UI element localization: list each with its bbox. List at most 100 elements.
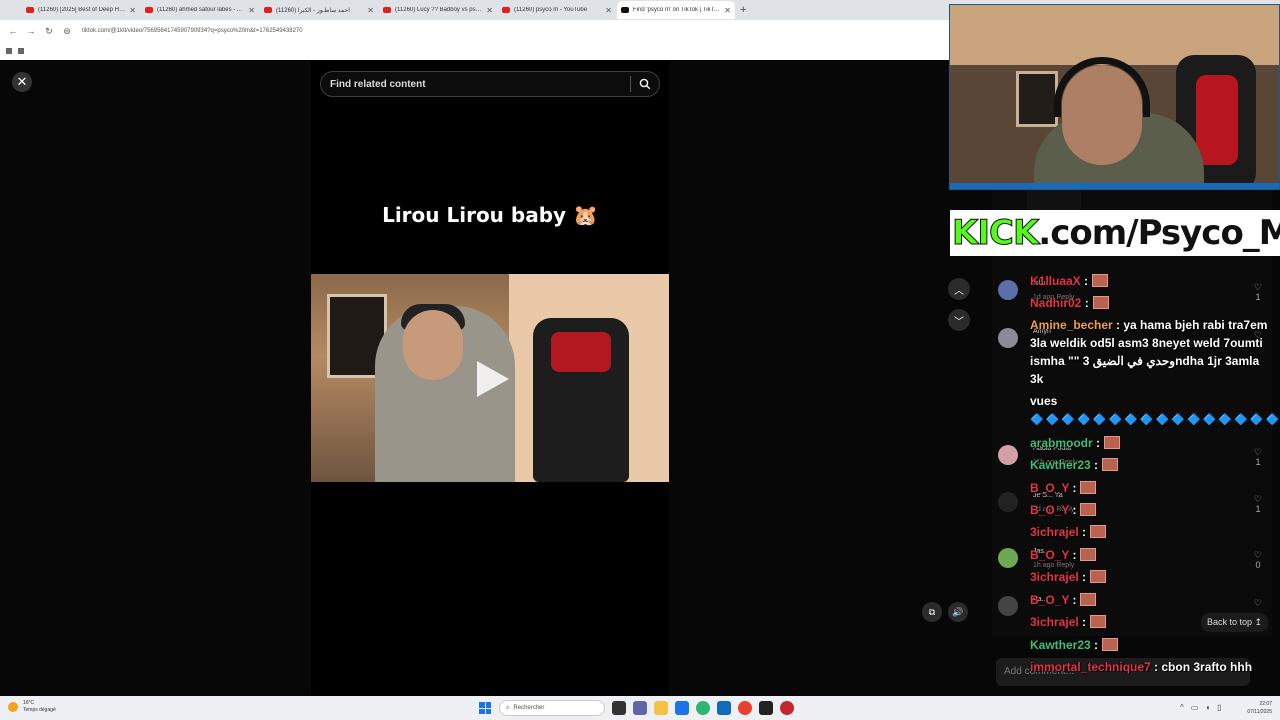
overlay-strip bbox=[1027, 190, 1081, 210]
chat-username[interactable]: Amine_becher bbox=[1030, 318, 1113, 332]
browser-tab[interactable]: (11260) [2025] Best of Deep Ho... ✕ bbox=[22, 1, 140, 19]
taskbar-apps bbox=[612, 701, 794, 715]
close-tab-icon[interactable]: ✕ bbox=[367, 6, 374, 15]
volume-icon[interactable]: 🔊 bbox=[948, 602, 968, 622]
weather-widget[interactable]: 16°C Temps dégagé bbox=[8, 700, 56, 714]
stream-chat-overlay: K1lluaaX : Nadhir02 : Amine_becher : ya ha… bbox=[1030, 250, 1280, 720]
network-icon[interactable]: ▭ bbox=[1191, 703, 1199, 712]
close-tab-icon[interactable]: ✕ bbox=[248, 6, 255, 15]
close-tab-icon[interactable]: ✕ bbox=[486, 6, 493, 15]
teams-icon[interactable] bbox=[633, 701, 647, 715]
chat-username[interactable]: Kawther23 bbox=[1030, 458, 1091, 472]
avatar[interactable] bbox=[998, 596, 1018, 616]
battery-icon[interactable]: ▯ bbox=[1217, 703, 1221, 712]
store-icon[interactable] bbox=[675, 701, 689, 715]
search-icon: ⌕ bbox=[506, 704, 510, 711]
emote-icon bbox=[1080, 481, 1097, 494]
chevron-up-icon[interactable]: ^ bbox=[1180, 703, 1184, 712]
video-chair-accent bbox=[551, 332, 611, 372]
video-frame[interactable] bbox=[311, 274, 669, 482]
chat-message: Amine_becher : ya hama bjeh rabi tra7em … bbox=[1030, 316, 1270, 388]
chat-username[interactable]: B_O_Y bbox=[1030, 481, 1069, 495]
play-icon[interactable] bbox=[477, 361, 509, 397]
chat-message: Kawther23 : bbox=[1030, 636, 1270, 654]
url-field[interactable]: tiktok.com/@1ktl/video/75695641745907909… bbox=[82, 28, 303, 34]
close-button[interactable]: ✕ bbox=[12, 72, 32, 92]
reload-icon[interactable]: ↻ bbox=[44, 26, 54, 37]
clock[interactable]: 22:07 07/11/2025 bbox=[1247, 700, 1272, 716]
chat-username[interactable]: B_O_Y bbox=[1030, 548, 1069, 562]
tab-title: Find 'psyco m' on TikTok | TikTo... bbox=[633, 7, 722, 13]
site-info-icon[interactable]: ⊜ bbox=[62, 26, 72, 37]
weather-temp: 16°C bbox=[23, 700, 35, 706]
chat-username[interactable]: 3ichrajel bbox=[1030, 525, 1079, 539]
chat-message: K1lluaaX : bbox=[1030, 272, 1270, 290]
kick-logo: KICK bbox=[951, 213, 1039, 254]
tab-title: (11260) احمد ساطـور - الكبرا bbox=[276, 7, 350, 14]
next-video-button[interactable]: ﹀ bbox=[948, 309, 970, 331]
outlook-icon[interactable] bbox=[717, 701, 731, 715]
browser-tab[interactable]: (11260) Lucy ?? Badboy vs psyc... ✕ bbox=[379, 1, 497, 19]
search-icon[interactable] bbox=[631, 78, 659, 90]
emote-icon bbox=[1102, 458, 1119, 471]
taskbar-search-label: Rechercher bbox=[513, 705, 545, 711]
youtube-favicon-icon bbox=[264, 7, 272, 13]
chat-text: : bbox=[1090, 458, 1099, 472]
tab-title: (11260) psyco m - YouTube bbox=[514, 7, 588, 13]
chat-username[interactable]: arabmoodr bbox=[1030, 436, 1093, 450]
chat-text: : bbox=[1078, 570, 1087, 584]
chat-emotes: 🔷🔷🔷🔷🔷🔷🔷🔷🔷🔷🔷🔷🔷🔷🔷🔷🔷🔷🔷🔷🔷 bbox=[1030, 414, 1280, 426]
apps-icon[interactable] bbox=[18, 48, 24, 54]
avatar[interactable] bbox=[998, 492, 1018, 512]
windows-start-icon[interactable] bbox=[479, 702, 491, 714]
avatar[interactable] bbox=[998, 328, 1018, 348]
volume-tray-icon[interactable]: ◖ bbox=[1205, 703, 1210, 712]
chat-username[interactable]: K1lluaaX bbox=[1030, 274, 1081, 288]
webcam-chair-accent bbox=[1196, 75, 1238, 165]
chat-username[interactable]: 3ichrajel bbox=[1030, 615, 1079, 629]
webcam-overlay bbox=[949, 4, 1280, 190]
clock-date: 07/11/2025 bbox=[1247, 709, 1272, 715]
task-view-icon[interactable] bbox=[612, 701, 626, 715]
forward-icon[interactable]: → bbox=[26, 26, 36, 36]
close-tab-icon[interactable]: ✕ bbox=[129, 6, 136, 15]
bookmark-icon[interactable] bbox=[6, 48, 12, 54]
edge-icon[interactable] bbox=[696, 701, 710, 715]
obs-icon[interactable] bbox=[759, 701, 773, 715]
chat-username[interactable]: B_O_Y bbox=[1030, 503, 1069, 517]
new-tab-button[interactable]: + bbox=[740, 4, 746, 16]
taskbar-search[interactable]: ⌕ Rechercher bbox=[499, 700, 605, 716]
chat-username[interactable]: immortal_technique7 bbox=[1030, 660, 1151, 674]
browser-tab[interactable]: (11260) psyco m - YouTube ✕ bbox=[498, 1, 616, 19]
file-explorer-icon[interactable] bbox=[654, 701, 668, 715]
chat-username[interactable]: Kawther23 bbox=[1030, 638, 1091, 652]
browser-tab[interactable]: Find 'psyco m' on TikTok | TikTo... ✕ bbox=[617, 1, 735, 19]
close-tab-icon[interactable]: ✕ bbox=[605, 6, 612, 15]
chrome-icon[interactable] bbox=[738, 701, 752, 715]
browser-tab[interactable]: (11260) احمد ساطـور - الكبرا ✕ bbox=[260, 1, 378, 19]
browser-tab[interactable]: (11260) ahmed satour labes - ... ✕ bbox=[141, 1, 259, 19]
tab-title: (11260) [2025] Best of Deep Ho... bbox=[38, 7, 127, 13]
avatar[interactable] bbox=[998, 548, 1018, 568]
video-person-head bbox=[403, 310, 463, 380]
avatar[interactable] bbox=[998, 280, 1018, 300]
chat-message: 3ichrajel : bbox=[1030, 523, 1270, 541]
chat-username[interactable]: Nadhir02 bbox=[1030, 296, 1081, 310]
app-icon[interactable] bbox=[780, 701, 794, 715]
chat-text: : bbox=[1080, 274, 1089, 288]
previous-video-button[interactable]: ︿ bbox=[948, 278, 970, 300]
emote-icon bbox=[1080, 503, 1097, 516]
chat-username[interactable]: B_O_Y bbox=[1030, 593, 1069, 607]
back-icon[interactable]: ← bbox=[8, 26, 18, 36]
youtube-favicon-icon bbox=[383, 7, 391, 13]
avatar[interactable] bbox=[998, 445, 1018, 465]
chat-message: 3ichrajel : bbox=[1030, 613, 1270, 631]
chat-text: : bbox=[1092, 436, 1101, 450]
share-icon[interactable]: ⧉ bbox=[922, 602, 942, 622]
emote-icon bbox=[1104, 436, 1121, 449]
youtube-favicon-icon bbox=[502, 7, 510, 13]
close-tab-icon[interactable]: ✕ bbox=[724, 6, 731, 15]
chat-username[interactable]: 3ichrajel bbox=[1030, 570, 1079, 584]
related-search-bar[interactable]: Find related content bbox=[320, 71, 660, 97]
search-input[interactable]: Find related content bbox=[321, 79, 630, 90]
